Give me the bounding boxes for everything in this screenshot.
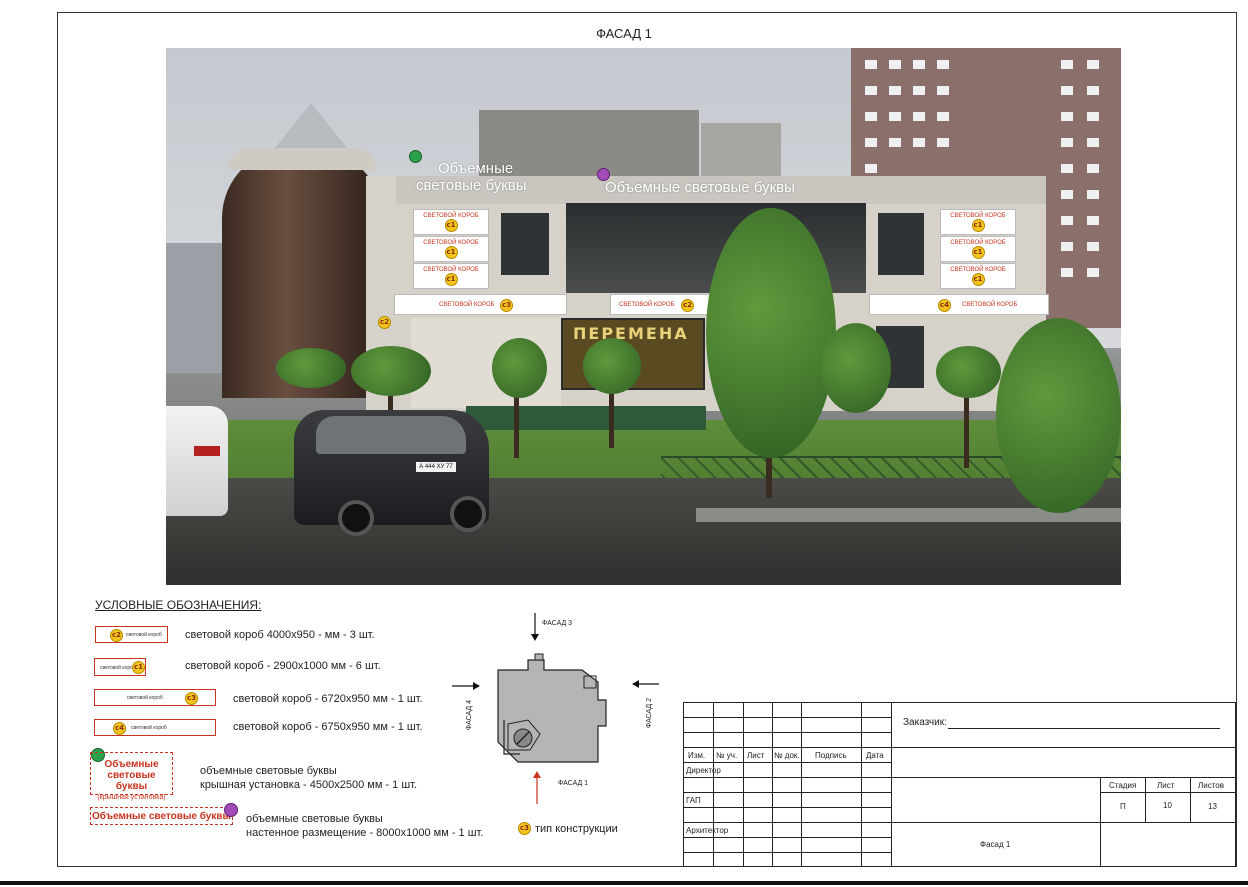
hedge bbox=[466, 406, 706, 430]
tree bbox=[276, 348, 346, 388]
stage-header: Стадия bbox=[1109, 781, 1137, 790]
type-text: тип конструкции bbox=[535, 823, 618, 835]
sheet-header: Лист bbox=[1157, 781, 1175, 790]
light-box-c1: СВЕТОВОЙ КОРОБ с1 bbox=[940, 236, 1016, 262]
roof-letters-text: Объемные световые буквы bbox=[416, 160, 527, 194]
facade1-label: ФАСАД 1 bbox=[558, 780, 589, 787]
facade-photo: ПЕРЕМЕНА СВЕТОВОЙ КОРОБ с1 СВЕТОВОЙ КОРОБ… bbox=[166, 48, 1121, 585]
title-block: Заказчик: Изм. № уч. Лист № док. Подпись… bbox=[683, 702, 1236, 867]
legend-text-wall-letters: объемные световые буквы настенное размещ… bbox=[246, 813, 484, 839]
legend-box-c1: световой короб с1 bbox=[94, 658, 146, 676]
bottom-rule bbox=[0, 881, 1248, 885]
light-box-c1: СВЕТОВОЙ КОРОБ с1 bbox=[940, 209, 1016, 235]
role-gap: ГАП bbox=[686, 796, 701, 805]
car-tail-light bbox=[194, 446, 220, 456]
facade3-label: ФАСАД 3 bbox=[542, 620, 573, 627]
legend-text-roof-letters: объемные световые буквы крышная установк… bbox=[200, 765, 418, 791]
header-signature: Подпись bbox=[815, 751, 847, 760]
tree-trunk bbox=[964, 388, 969, 468]
facade4-label: ФАСАД 4 bbox=[466, 700, 473, 731]
stage-value: П bbox=[1120, 802, 1126, 811]
tree bbox=[821, 323, 891, 413]
window bbox=[501, 213, 549, 275]
sheet-name: Фасад 1 bbox=[980, 840, 1011, 849]
wheel bbox=[338, 500, 374, 536]
shop-sign-text: ПЕРЕМЕНА bbox=[573, 324, 689, 343]
wheel bbox=[450, 496, 486, 532]
sheets-value: 13 bbox=[1208, 802, 1217, 811]
site-plan bbox=[452, 613, 659, 804]
legend-text-c1: световой короб - 2900х1000 мм - 6 шт. bbox=[185, 660, 381, 672]
legend-text-c2: световой короб 4000х950 - мм - 3 шт. bbox=[185, 629, 375, 641]
legend-box-c2: с2 световой короб bbox=[95, 626, 168, 643]
light-box-c3: СВЕТОВОЙ КОРОБ с3 bbox=[394, 294, 567, 315]
wall-letters-legend-marker bbox=[224, 803, 238, 817]
tree bbox=[492, 338, 547, 398]
header-date: Дата bbox=[866, 751, 884, 760]
legend-box-c3: световой короб с3 bbox=[94, 689, 216, 706]
license-plate: А 444 ХУ 77 bbox=[416, 462, 456, 472]
header-ndoc: № док. bbox=[774, 751, 800, 760]
suv-rear-window bbox=[316, 416, 466, 454]
role-architect: Архитектор bbox=[686, 826, 729, 835]
light-box-c4: с4 СВЕТОВОЙ КОРОБ bbox=[869, 294, 1049, 315]
legend-box-c4: с4 световой короб bbox=[94, 719, 216, 736]
legend-text-c3: световой короб - 6720х950 мм - 1 шт. bbox=[233, 693, 423, 705]
light-box-c2: СВЕТОВОЙ КОРОБ с2 bbox=[610, 294, 711, 315]
legend-box-wall-letters: Объемные световые буквы bbox=[90, 807, 233, 825]
tree-trunk bbox=[514, 388, 519, 458]
light-box-c1: СВЕТОВОЙ КОРОБ с1 bbox=[413, 236, 489, 262]
tree bbox=[706, 208, 836, 458]
light-box-c1: СВЕТОВОЙ КОРОБ с1 bbox=[413, 263, 489, 289]
tree bbox=[996, 318, 1121, 513]
legend-box-roof-letters: Объемные световые буквы (крышная установ… bbox=[90, 752, 173, 801]
tag-c2-side: с2 bbox=[378, 316, 391, 329]
customer-label: Заказчик: bbox=[903, 717, 947, 728]
white-car bbox=[166, 406, 228, 516]
legend-title: УСЛОВНЫЕ ОБОЗНАЧЕНИЯ: bbox=[95, 598, 262, 612]
tree bbox=[936, 346, 1001, 398]
cylinder-roof bbox=[228, 148, 376, 170]
header-nuch: № уч. bbox=[716, 751, 738, 760]
header-izm: Изм. bbox=[688, 751, 706, 760]
glass-pyramid bbox=[271, 103, 351, 153]
light-box-c1: СВЕТОВОЙ КОРОБ с1 bbox=[940, 263, 1016, 289]
tree bbox=[351, 346, 431, 396]
window bbox=[878, 213, 924, 275]
facade2-label: ФАСАД 2 bbox=[646, 698, 653, 729]
background-building bbox=[166, 243, 226, 373]
header-list: Лист bbox=[747, 751, 765, 760]
wall-letters-text: Объемные световые буквы bbox=[605, 179, 795, 196]
sheet-title: ФАСАД 1 bbox=[596, 26, 652, 41]
sheets-header: Листов bbox=[1198, 781, 1224, 790]
legend-text-c4: световой короб - 6750х950 мм - 1 шт. bbox=[233, 721, 423, 733]
type-tag: с3 bbox=[518, 822, 531, 835]
role-director: Директор bbox=[686, 766, 721, 775]
tree bbox=[583, 338, 641, 394]
sheet-value: 10 bbox=[1163, 801, 1172, 810]
light-box-c1: СВЕТОВОЙ КОРОБ с1 bbox=[413, 209, 489, 235]
